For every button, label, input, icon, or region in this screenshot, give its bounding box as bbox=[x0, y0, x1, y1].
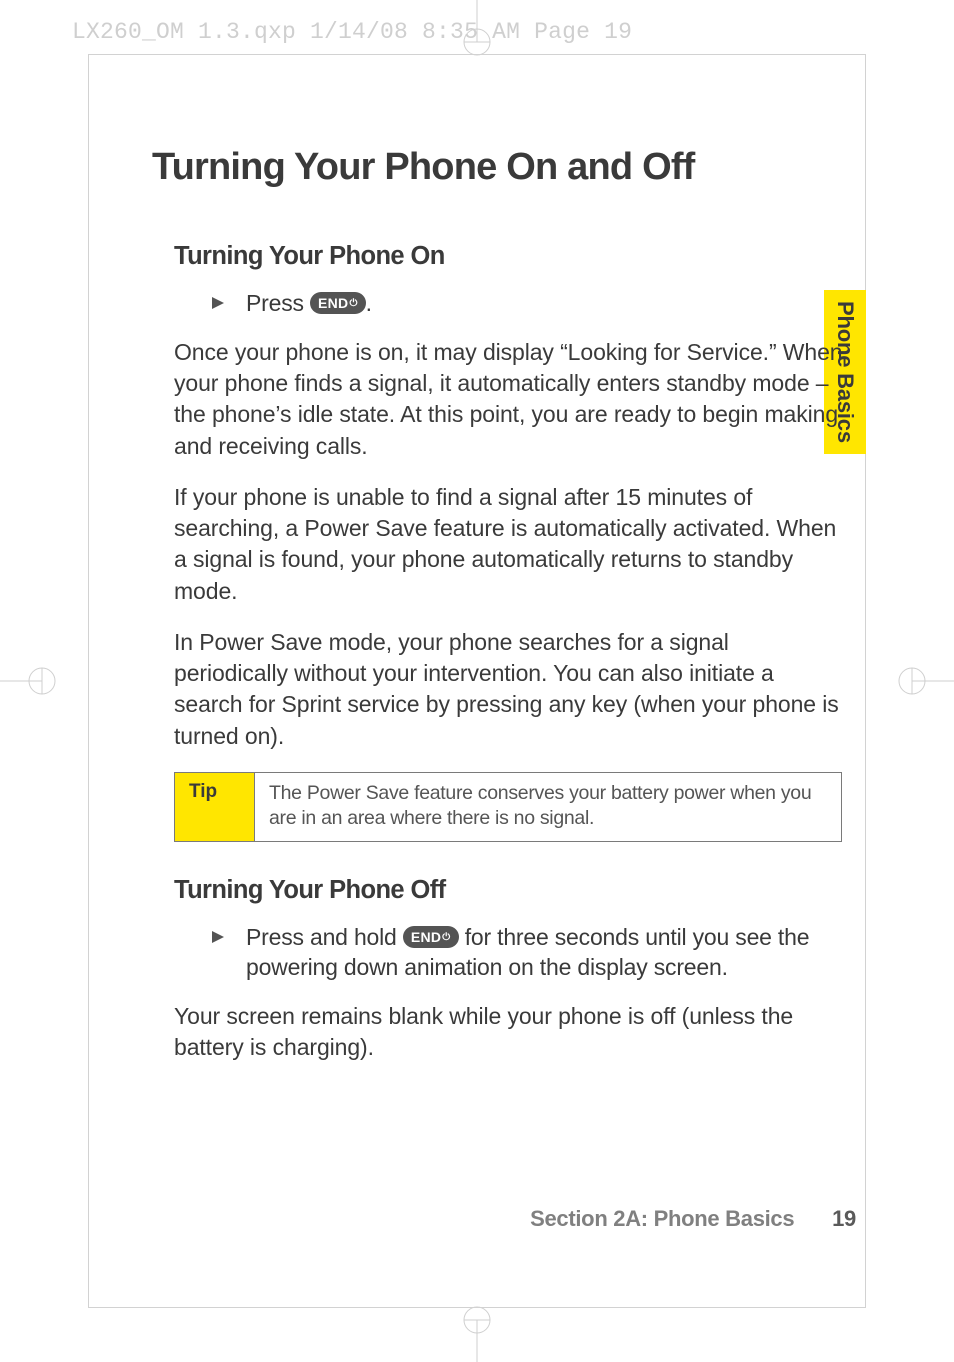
body-paragraph: In Power Save mode, your phone searches … bbox=[174, 627, 844, 752]
tip-callout: Tip The Power Save feature conserves you… bbox=[174, 772, 842, 842]
print-crop-header: LX260_OM 1.3.qxp 1/14/08 8:35 AM Page 19 bbox=[72, 19, 632, 45]
subheading-phone-on: Turning Your Phone On bbox=[174, 242, 862, 271]
triangle-bullet-icon bbox=[210, 923, 228, 953]
triangle-bullet-icon bbox=[210, 289, 228, 319]
section-label: Section 2A: Phone Basics bbox=[530, 1206, 794, 1231]
page-number: 19 bbox=[832, 1206, 856, 1231]
end-key-icon: END⏻ bbox=[403, 926, 459, 948]
registration-mark-left bbox=[0, 659, 60, 703]
key-label: END bbox=[318, 295, 348, 311]
registration-mark-right bbox=[894, 659, 954, 703]
instruction-step: Press END⏻. bbox=[210, 289, 862, 319]
subheading-phone-off: Turning Your Phone Off bbox=[174, 876, 862, 905]
page-footer: Section 2A: Phone Basics 19 bbox=[530, 1206, 856, 1232]
tip-text: The Power Save feature conserves your ba… bbox=[255, 773, 841, 841]
end-key-icon: END⏻ bbox=[310, 292, 366, 314]
tip-label: Tip bbox=[175, 773, 255, 841]
key-label: END bbox=[411, 929, 441, 945]
text-run: . bbox=[366, 290, 372, 316]
crop-edge bbox=[88, 1307, 866, 1308]
power-symbol-icon: ⏻ bbox=[442, 932, 450, 943]
crop-edge bbox=[88, 54, 89, 1308]
power-symbol-icon: ⏻ bbox=[349, 298, 357, 309]
instruction-text: Press END⏻. bbox=[246, 289, 372, 319]
registration-mark-bottom bbox=[455, 1302, 499, 1362]
instruction-step: Press and hold END⏻ for three seconds un… bbox=[210, 923, 862, 983]
text-run: Press bbox=[246, 290, 310, 316]
crop-edge bbox=[865, 54, 866, 1308]
instruction-text: Press and hold END⏻ for three seconds un… bbox=[246, 923, 862, 983]
crop-edge bbox=[88, 54, 866, 55]
page-title: Turning Your Phone On and Off bbox=[152, 148, 862, 188]
body-paragraph: Your screen remains blank while your pho… bbox=[174, 1001, 844, 1064]
text-run: Press and hold bbox=[246, 924, 403, 950]
body-paragraph: Once your phone is on, it may display “L… bbox=[174, 337, 844, 462]
page-content: Turning Your Phone On and Off Turning Yo… bbox=[152, 148, 862, 1083]
registration-mark-top bbox=[455, 0, 499, 60]
body-paragraph: If your phone is unable to find a signal… bbox=[174, 482, 844, 607]
